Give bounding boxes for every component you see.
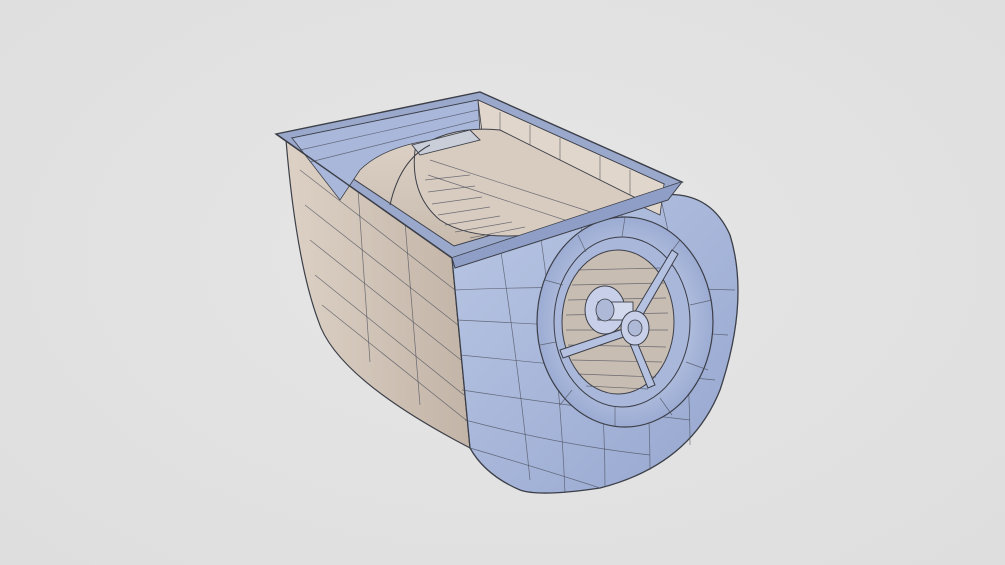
blower-model: [274, 91, 739, 494]
3d-viewport[interactable]: [0, 0, 1005, 565]
